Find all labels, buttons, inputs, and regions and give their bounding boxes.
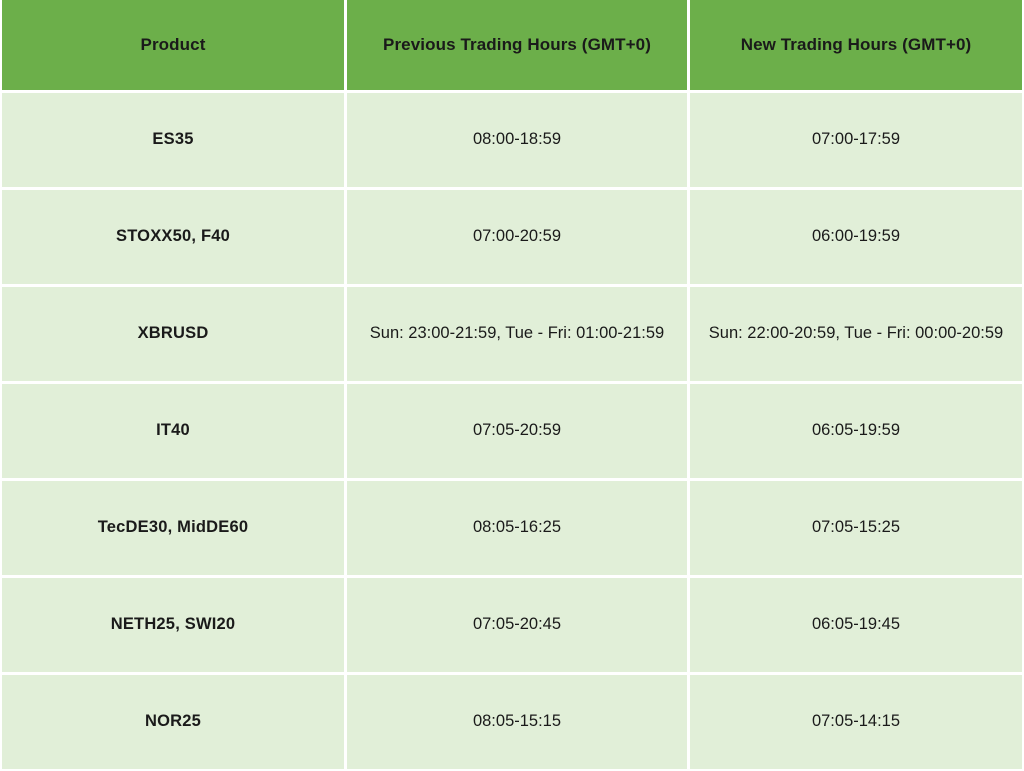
cell-new-hours: 07:00-17:59 — [690, 93, 1022, 187]
cell-product: TecDE30, MidDE60 — [2, 481, 344, 575]
cell-previous-hours: 07:05-20:59 — [347, 384, 687, 478]
column-header-product: Product — [2, 0, 344, 90]
table-row: TecDE30, MidDE60 08:05-16:25 07:05-15:25 — [2, 481, 1022, 575]
cell-previous-hours: Sun: 23:00-21:59, Tue - Fri: 01:00-21:59 — [347, 287, 687, 381]
table-row: IT40 07:05-20:59 06:05-19:59 — [2, 384, 1022, 478]
cell-new-hours: Sun: 22:00-20:59, Tue - Fri: 00:00-20:59 — [690, 287, 1022, 381]
cell-product: NOR25 — [2, 675, 344, 769]
table-row: STOXX50, F40 07:00-20:59 06:00-19:59 — [2, 190, 1022, 284]
cell-previous-hours: 07:00-20:59 — [347, 190, 687, 284]
cell-previous-hours: 08:00-18:59 — [347, 93, 687, 187]
cell-previous-hours: 07:05-20:45 — [347, 578, 687, 672]
cell-previous-hours: 08:05-16:25 — [347, 481, 687, 575]
table-body: ES35 08:00-18:59 07:00-17:59 STOXX50, F4… — [2, 93, 1022, 771]
table-row: NOR25 08:05-15:15 07:05-14:15 — [2, 675, 1022, 769]
table-header: Product Previous Trading Hours (GMT+0) N… — [2, 0, 1022, 90]
column-header-new-trading-hours: New Trading Hours (GMT+0) — [690, 0, 1022, 90]
cell-new-hours: 06:00-19:59 — [690, 190, 1022, 284]
cell-product: NETH25, SWI20 — [2, 578, 344, 672]
table-row: XBRUSD Sun: 23:00-21:59, Tue - Fri: 01:0… — [2, 287, 1022, 381]
cell-previous-hours: 08:05-15:15 — [347, 675, 687, 769]
cell-product: IT40 — [2, 384, 344, 478]
column-header-previous-trading-hours: Previous Trading Hours (GMT+0) — [347, 0, 687, 90]
cell-new-hours: 07:05-15:25 — [690, 481, 1022, 575]
cell-new-hours: 06:05-19:59 — [690, 384, 1022, 478]
cell-product: XBRUSD — [2, 287, 344, 381]
cell-product: STOXX50, F40 — [2, 190, 344, 284]
trading-hours-table: Product Previous Trading Hours (GMT+0) N… — [0, 0, 1024, 771]
cell-new-hours: 07:05-14:15 — [690, 675, 1022, 769]
table-header-row: Product Previous Trading Hours (GMT+0) N… — [2, 0, 1022, 90]
table-row: NETH25, SWI20 07:05-20:45 06:05-19:45 — [2, 578, 1022, 672]
table-row: ES35 08:00-18:59 07:00-17:59 — [2, 93, 1022, 187]
cell-new-hours: 06:05-19:45 — [690, 578, 1022, 672]
cell-product: ES35 — [2, 93, 344, 187]
trading-hours-table-container: Product Previous Trading Hours (GMT+0) N… — [0, 0, 1024, 771]
